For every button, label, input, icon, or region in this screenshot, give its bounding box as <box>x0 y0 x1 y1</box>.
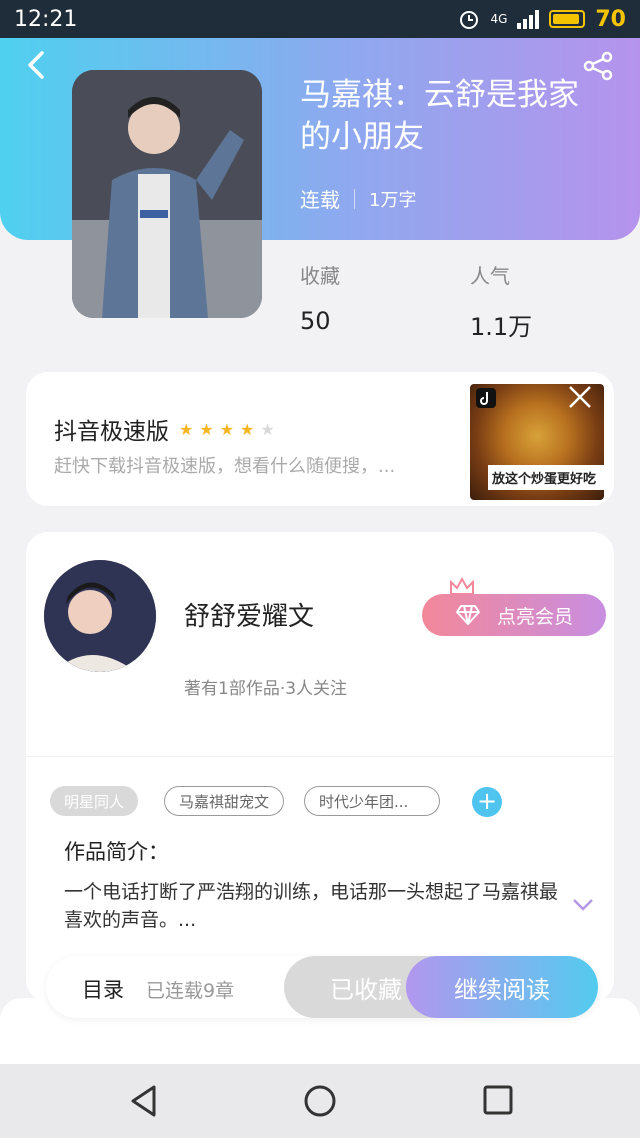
diamond-icon <box>455 605 480 625</box>
avatar-image <box>44 560 156 672</box>
status-time: 12:21 <box>14 6 78 32</box>
vip-button[interactable]: 点亮会员 <box>422 594 606 636</box>
tag-chip[interactable]: 明星同人 <box>50 786 139 816</box>
status-bar: 12:21 4G 70 <box>0 0 640 38</box>
battery-icon <box>549 10 586 28</box>
ad-thumb-caption: 放这个炒蛋更好吃 <box>488 465 604 490</box>
system-nav-bar <box>0 1064 640 1138</box>
author-info: 著有1部作品·3人关注 <box>184 679 348 699</box>
back-arrow-icon[interactable] <box>22 50 50 80</box>
crown-icon <box>450 576 474 595</box>
author-name[interactable]: 舒舒爱耀文 <box>184 596 314 633</box>
nav-back-icon[interactable] <box>128 1084 160 1118</box>
ad-title: 抖音极速版 <box>54 419 169 445</box>
stat-value: 1.1万 <box>470 313 533 341</box>
nav-recents-icon[interactable] <box>482 1084 514 1116</box>
cover-figure-image <box>72 70 262 318</box>
status-icons: 4G 70 <box>458 7 626 32</box>
stat-popularity: 人气 1.1万 <box>470 260 532 342</box>
tiktok-logo-icon <box>476 388 496 408</box>
tag-chip[interactable]: 时代少年团... <box>304 786 440 816</box>
book-title: 马嘉祺：云舒是我家的小朋友 <box>300 77 579 155</box>
action-bar: 目录 已连载9章 已收藏 继续阅读 <box>46 956 598 1018</box>
network-type: 4G <box>490 12 508 26</box>
stat-label: 收藏 <box>300 264 340 288</box>
star-icon: ★ <box>199 419 214 439</box>
ad-rating: ★ ★ ★ ★ ★ <box>179 420 275 439</box>
author-card: 舒舒爱耀文 著有1部作品·3人关注 点亮会员 明星同人 马嘉祺甜宠文 时代少年团… <box>26 532 614 1002</box>
book-status: 连载 <box>300 188 340 212</box>
stat-label: 人气 <box>470 264 510 288</box>
meta-divider <box>354 188 355 209</box>
continue-reading-button[interactable]: 继续阅读 <box>406 956 598 1018</box>
star-icon: ★ <box>219 419 235 439</box>
divider <box>26 756 614 757</box>
battery-level: 70 <box>595 6 626 32</box>
ad-card[interactable]: 抖音极速版 ★ ★ ★ ★ ★ 赶快下载抖音极速版，想看什么随便搜，... 放这… <box>26 372 614 506</box>
signal-icon <box>517 9 540 29</box>
book-meta: 连载 1万字 <box>300 184 416 213</box>
add-tag-button[interactable]: + <box>472 787 502 817</box>
share-icon[interactable] <box>582 50 614 82</box>
close-icon[interactable] <box>566 383 594 411</box>
toc-button[interactable]: 目录 <box>82 974 124 1004</box>
nav-home-icon[interactable] <box>303 1084 337 1118</box>
vip-button-label: 点亮会员 <box>496 605 573 628</box>
intro-text: 一个电话打断了严浩翔的训练，电话那一头想起了马嘉祺最喜欢的声音。... <box>64 881 559 931</box>
stat-favorites: 收藏 50 <box>300 260 340 335</box>
chapter-count[interactable]: 已连载9章 <box>146 976 234 1003</box>
alarm-icon <box>460 11 479 29</box>
ad-title-row: 抖音极速版 ★ ★ ★ ★ ★ <box>54 412 275 446</box>
tag-chip[interactable]: 马嘉祺甜宠文 <box>164 786 285 816</box>
book-word-count: 1万字 <box>369 189 417 211</box>
author-avatar[interactable] <box>44 560 156 672</box>
stat-value: 50 <box>300 307 331 335</box>
star-icon: ★ <box>240 419 255 439</box>
star-icon: ★ <box>179 419 194 439</box>
chevron-down-icon[interactable] <box>572 898 594 912</box>
book-cover[interactable] <box>72 70 262 318</box>
intro-label: 作品简介： <box>64 840 169 864</box>
star-empty-icon: ★ <box>260 419 275 439</box>
ad-description: 赶快下载抖音极速版，想看什么随便搜，... <box>54 456 396 477</box>
